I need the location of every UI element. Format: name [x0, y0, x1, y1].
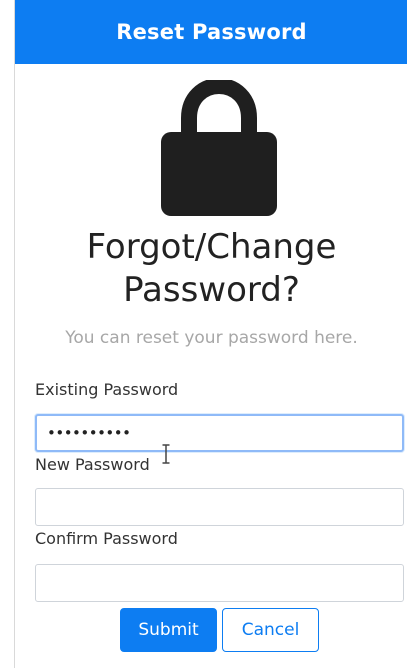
existing-password-field[interactable] [35, 414, 404, 452]
heading-line-1: Forgot/Change [86, 227, 337, 267]
cancel-button[interactable]: Cancel [222, 608, 319, 652]
header-bar: Reset Password [15, 0, 407, 64]
text-cursor-icon [162, 444, 170, 464]
new-password-field[interactable] [35, 488, 404, 526]
subtitle: You can reset your password here. [65, 328, 358, 348]
heading-line-2: Password? [123, 270, 300, 310]
new-password-label: New Password [35, 455, 150, 474]
confirm-password-field[interactable] [35, 564, 404, 602]
submit-button[interactable]: Submit [120, 608, 217, 652]
page-title: Reset Password [116, 20, 307, 44]
confirm-password-label: Confirm Password [35, 529, 178, 548]
reset-password-card: Reset Password Forgot/Change Password? Y… [14, 0, 407, 668]
main-heading: Forgot/Change Password? [15, 226, 407, 312]
lock-icon [161, 80, 277, 216]
existing-password-label: Existing Password [35, 380, 179, 399]
